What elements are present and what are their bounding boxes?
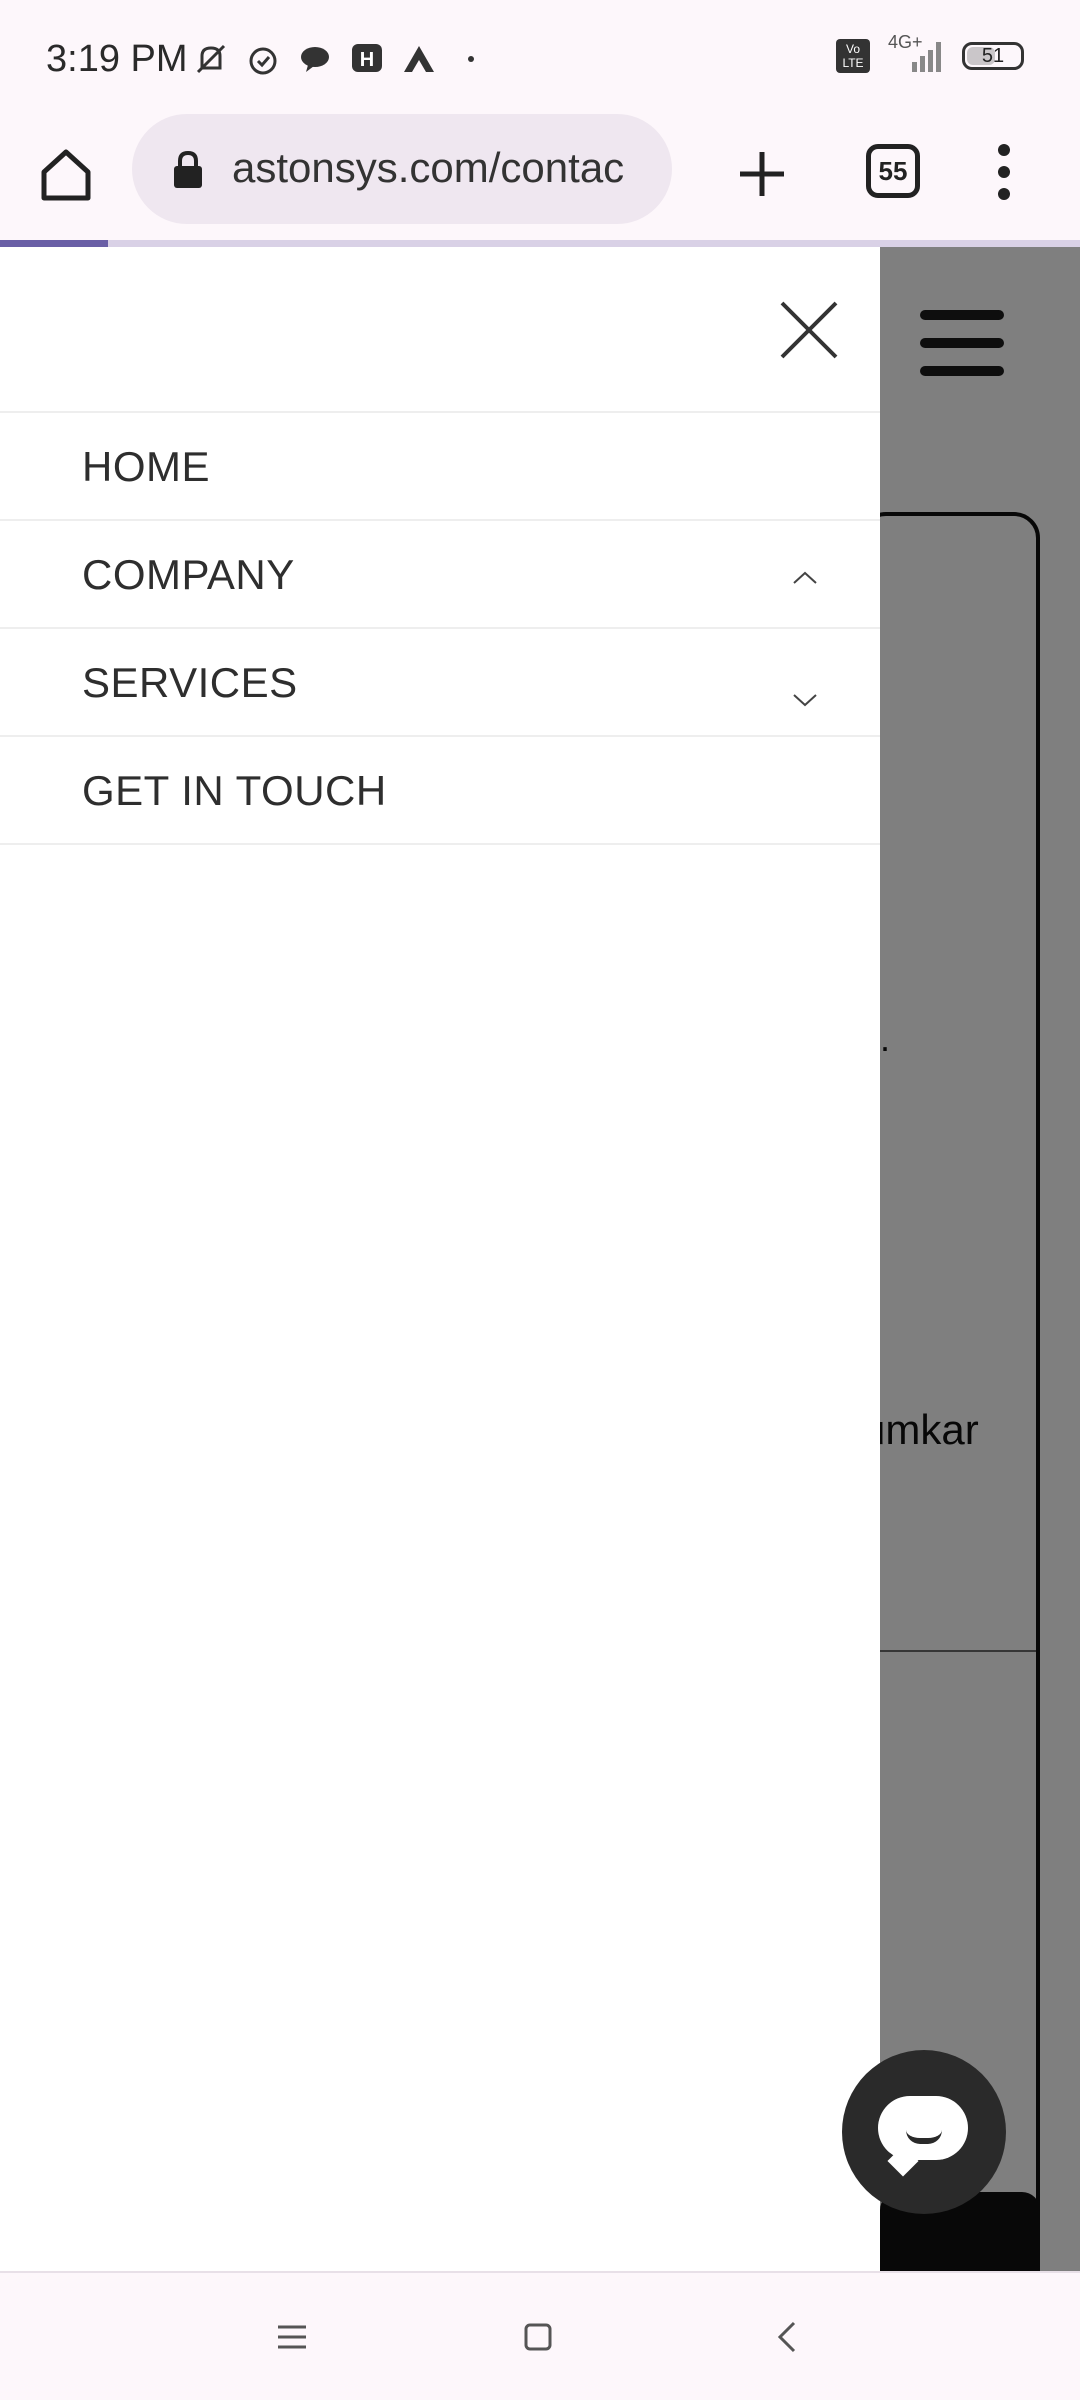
page-load-progress: [0, 240, 1080, 247]
nav-item-services[interactable]: SERVICES: [0, 629, 880, 737]
volte-icon: Vo LTE: [836, 39, 870, 73]
app-h-icon: H: [348, 40, 386, 78]
nav-item-label: GET IN TOUCH: [82, 767, 387, 814]
status-time: 3:19 PM: [46, 38, 188, 80]
navigation-drawer: HOME COMPANY SERVICES GET IN TOUCH: [0, 247, 880, 2271]
battery-icon: 51: [962, 42, 1024, 70]
system-back-button[interactable]: [768, 2317, 808, 2357]
nav-item-label: SERVICES: [82, 659, 298, 706]
system-home-button[interactable]: [518, 2317, 558, 2357]
signal-icon: 4G+: [884, 32, 948, 74]
recents-button[interactable]: [272, 2317, 312, 2357]
drawer-nav-list: HOME COMPANY SERVICES GET IN TOUCH: [0, 413, 880, 845]
chat-widget-button[interactable]: [842, 2050, 1006, 2214]
status-bar: 3:19 PM H Vo LTE 4G+ 51: [0, 0, 1080, 118]
home-icon: [41, 149, 91, 201]
back-chevron-icon: [777, 2321, 796, 2353]
svg-text:H: H: [360, 49, 374, 71]
kebab-dot-icon: [998, 166, 1010, 178]
url-text: astonsys.com/contac: [232, 144, 625, 191]
square-home-icon: [524, 2323, 552, 2351]
recents-menu-icon: [278, 2325, 306, 2349]
browser-toolbar: astonsys.com/contac 55: [0, 114, 1080, 240]
kebab-dot-icon: [998, 144, 1010, 156]
new-tab-button[interactable]: [730, 142, 794, 206]
kebab-dot-icon: [998, 188, 1010, 200]
tab-switcher-button[interactable]: 55: [866, 144, 920, 198]
close-icon: [780, 301, 838, 359]
browser-menu-button[interactable]: [984, 140, 1024, 206]
chevron-up-icon[interactable]: [792, 565, 818, 591]
alarm-icon: [244, 40, 282, 78]
nav-item-company[interactable]: COMPANY: [0, 521, 880, 629]
nav-item-home[interactable]: HOME: [0, 413, 880, 521]
plus-icon: [740, 152, 784, 196]
close-drawer-button[interactable]: [778, 299, 840, 361]
chevron-down-icon[interactable]: [792, 687, 818, 713]
system-navigation-bar: [0, 2271, 1080, 2400]
nav-item-get-in-touch[interactable]: GET IN TOUCH: [0, 737, 880, 845]
mute-icon: [192, 40, 230, 78]
chat-icon: [878, 2096, 968, 2160]
chat-notification-icon: [296, 40, 334, 78]
home-button[interactable]: [34, 142, 98, 206]
notification-icons: H: [192, 40, 490, 78]
more-notifications-dot-icon: [452, 40, 490, 78]
status-right: Vo LTE 4G+ 51: [836, 32, 1024, 74]
address-bar[interactable]: astonsys.com/contac: [132, 114, 672, 224]
nav-item-label: HOME: [82, 443, 210, 490]
app-a-icon: [400, 40, 438, 78]
nav-item-label: COMPANY: [82, 551, 295, 598]
battery-level: 51: [981, 45, 1005, 67]
lock-icon: [174, 150, 202, 188]
